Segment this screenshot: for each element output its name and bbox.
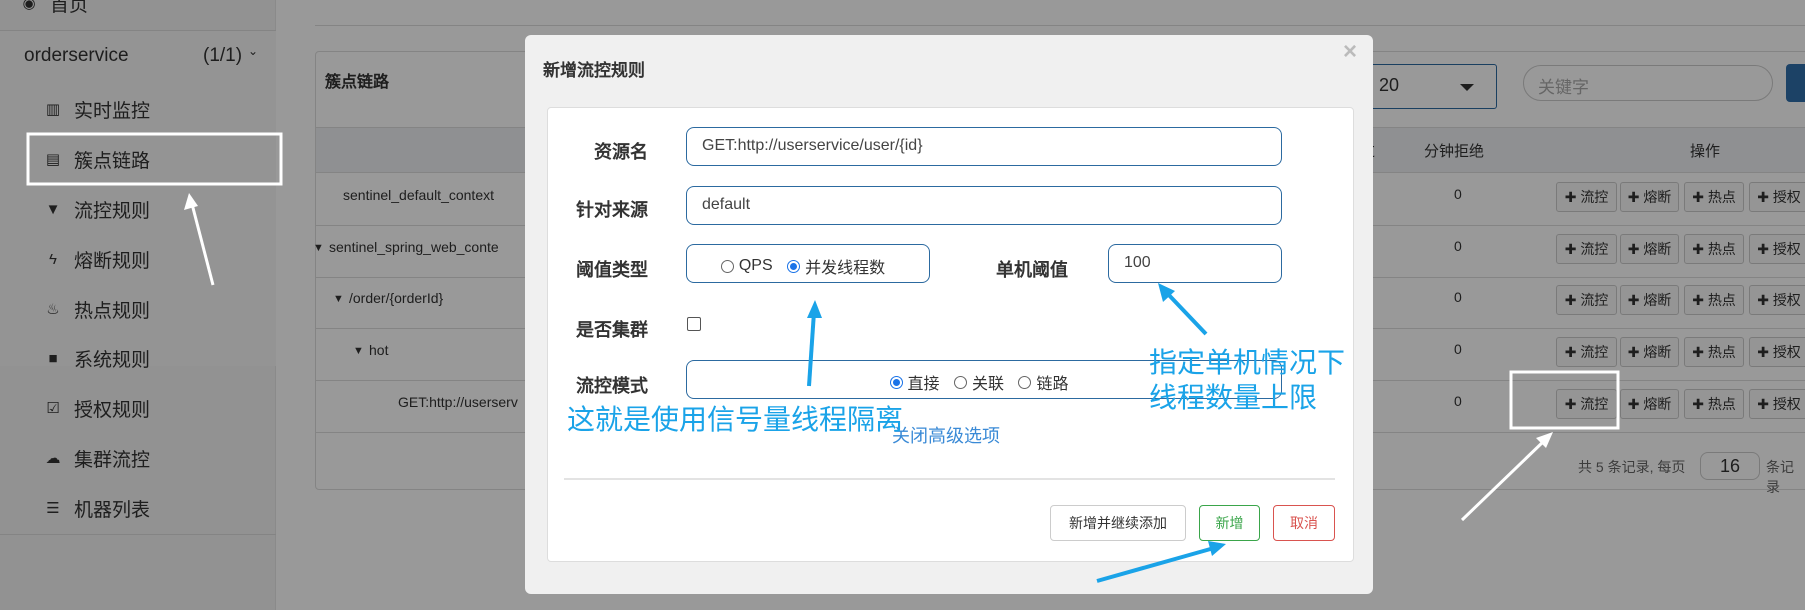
annotation-arrow — [1164, 290, 1208, 336]
annotation-arrow — [807, 311, 816, 387]
annotation-arrow — [1096, 546, 1215, 583]
blue-annotations — [807, 283, 1226, 583]
arrow-head — [1208, 541, 1226, 556]
arrow-head — [807, 300, 822, 318]
